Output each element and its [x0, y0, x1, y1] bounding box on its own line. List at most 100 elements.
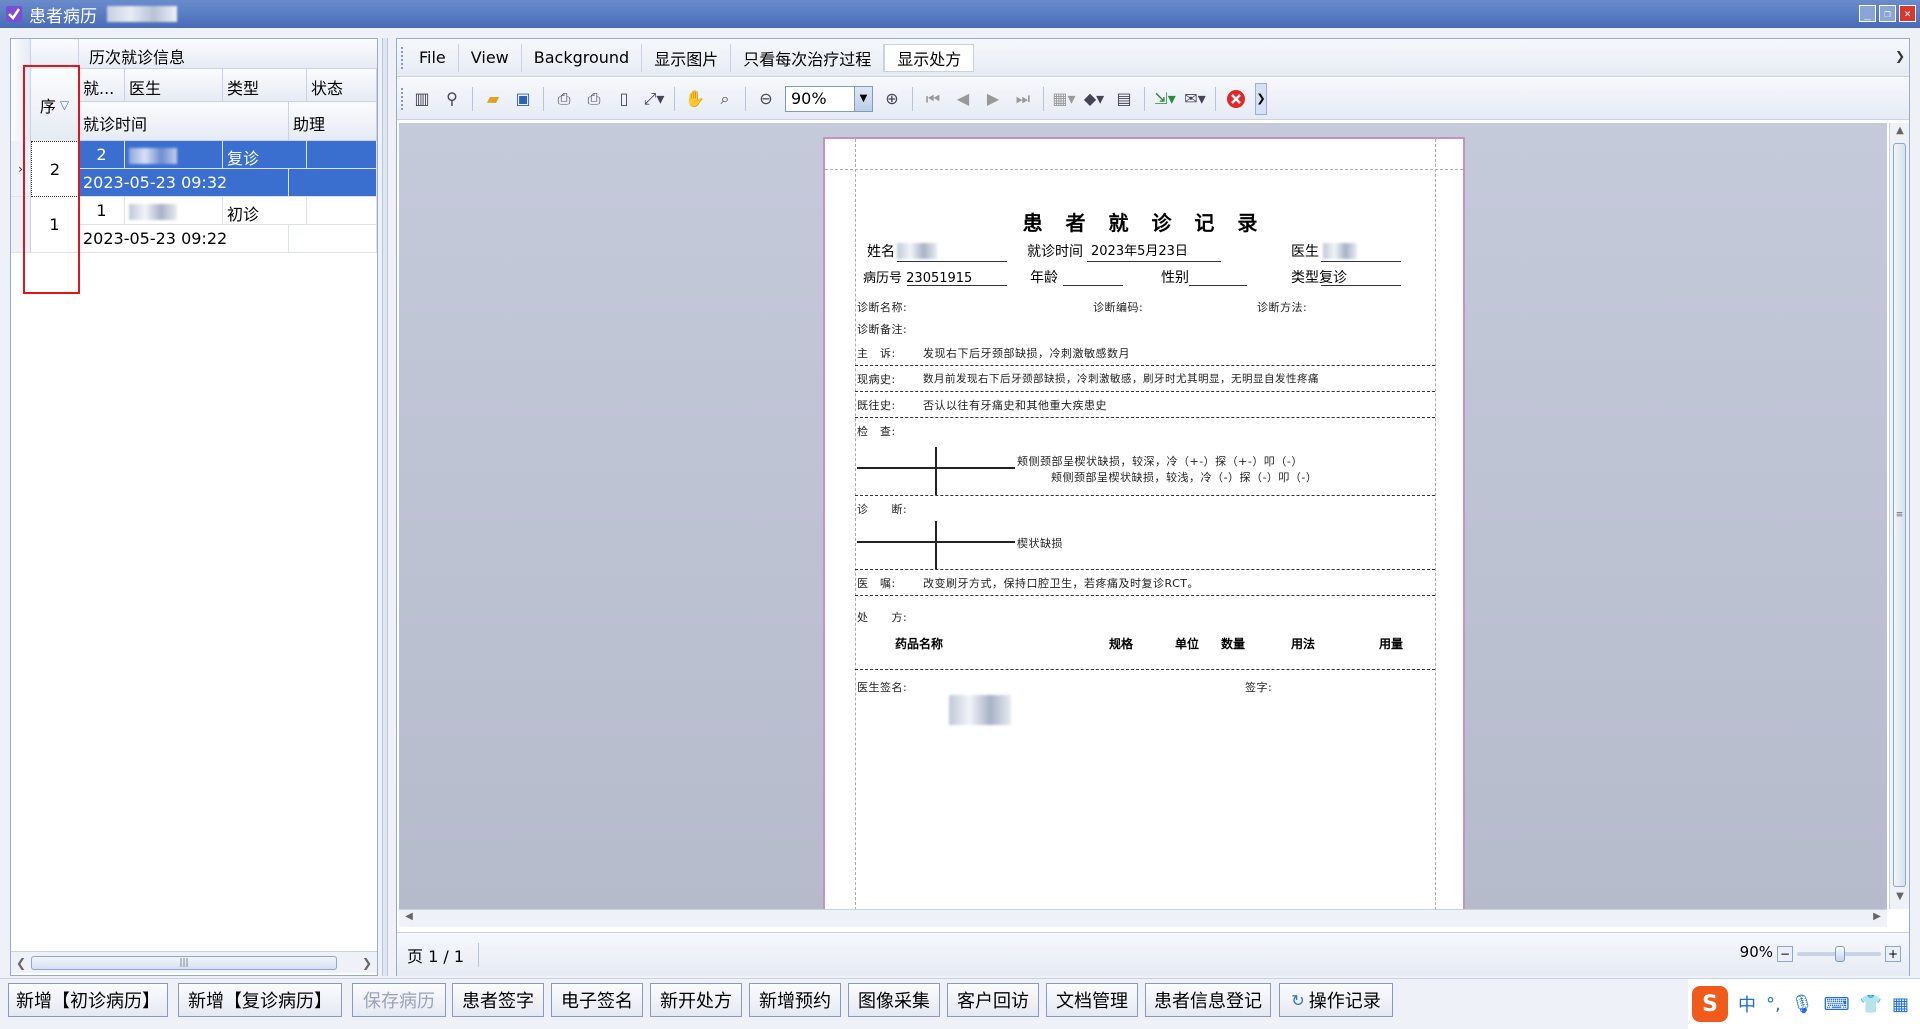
zoom-slider-handle[interactable]	[1835, 946, 1845, 962]
column-header-status[interactable]: 状态	[307, 69, 377, 102]
menu-overflow-icon[interactable]: ❯	[1895, 49, 1905, 63]
keyboard-icon[interactable]: ⌨	[1824, 994, 1850, 1015]
rx-col-drug: 药品名称	[895, 637, 944, 651]
column-header-visit-time[interactable]: 就诊时间	[79, 102, 289, 141]
rx-col-usage: 用法	[1291, 637, 1316, 651]
ime-mode[interactable]: 中	[1738, 991, 1756, 1017]
chevron-down-icon[interactable]: ▼	[854, 86, 872, 111]
last-page-icon[interactable]: ⏭	[1008, 84, 1038, 114]
blurred-doctor	[1323, 243, 1357, 259]
preview-canvas[interactable]: 患 者 就 诊 记 录 姓名 就诊时间 2023年5月23日 医生 病历号 23…	[399, 123, 1887, 909]
scroll-left-icon[interactable]: ◀	[401, 911, 417, 927]
menu-file[interactable]: File	[407, 43, 459, 72]
history-text: 数月前发现右下后牙颈部缺损，冷刺激敏感，刷牙时尤其明显，无明显自发性疼痛	[923, 373, 1319, 385]
scroll-right-icon[interactable]: ▶	[1869, 911, 1885, 927]
column-header-visit[interactable]: 就...	[79, 69, 125, 102]
row-doctor	[125, 141, 223, 169]
menu-background[interactable]: Background	[522, 43, 643, 72]
blurred-patient-name	[107, 6, 177, 22]
save-icon[interactable]: ▣	[508, 84, 538, 114]
scroll-right-icon[interactable]: ❯	[359, 954, 375, 971]
operation-log-button[interactable]: ↻ 操作记录	[1279, 983, 1393, 1017]
save-record-button[interactable]: 保存病历	[352, 983, 446, 1017]
new-first-visit-button[interactable]: 新增【初诊病历】	[8, 983, 168, 1017]
new-prescription-button[interactable]: 新开处方	[650, 983, 742, 1017]
report-preview-panel: File View Background 显示图片 只看每次治疗过程 显示处方 …	[396, 38, 1910, 976]
scroll-thumb[interactable]: ≡	[1893, 143, 1906, 887]
group-header: 历次就诊信息	[79, 39, 377, 69]
zoom-out-icon[interactable]: ⊖	[751, 84, 781, 114]
preview-horizontal-scrollbar[interactable]: ◀ ▶	[399, 909, 1887, 927]
scale-icon[interactable]: ⤢▾	[639, 84, 669, 114]
previous-page-icon[interactable]: ◀	[948, 84, 978, 114]
panel-splitter[interactable]	[382, 38, 388, 976]
doctor-label: 医生	[1291, 244, 1319, 260]
punctuation-icon[interactable]: °,	[1766, 994, 1781, 1015]
hand-tool-icon[interactable]: ✋	[680, 84, 710, 114]
highlight-box	[23, 65, 80, 294]
watermark-icon[interactable]: ▤	[1109, 84, 1139, 114]
next-page-icon[interactable]: ▶	[978, 84, 1008, 114]
zoom-in-icon[interactable]: ⊕	[877, 84, 907, 114]
patient-info-register-button[interactable]: 患者信息登记	[1145, 983, 1271, 1017]
menu-bar: File View Background 显示图片 只看每次治疗过程 显示处方 …	[397, 39, 1909, 77]
zoom-slider[interactable]: − +	[1777, 946, 1901, 962]
scroll-up-icon[interactable]: ▲	[1892, 125, 1908, 141]
column-header-type[interactable]: 类型	[223, 69, 307, 102]
ime-toolbar[interactable]: S 中 °, 🎙 ⌨ 👕 ▦	[1688, 979, 1920, 1029]
background-color-icon[interactable]: ◆▾	[1079, 84, 1109, 114]
left-horizontal-scrollbar[interactable]: ❮ ||| ❯	[11, 951, 377, 973]
restore-button[interactable]: ❐	[1879, 5, 1896, 22]
age-label: 年龄	[1030, 270, 1058, 286]
e-signature-button[interactable]: 电子签名	[551, 983, 643, 1017]
scroll-left-icon[interactable]: ❮	[13, 954, 29, 971]
document-map-icon[interactable]: ▥	[407, 84, 437, 114]
scroll-down-icon[interactable]: ▼	[1892, 891, 1908, 907]
page-setup-icon[interactable]: ▯	[609, 84, 639, 114]
row-status	[307, 141, 377, 169]
find-icon[interactable]: ⚲	[437, 84, 467, 114]
column-header-assistant[interactable]: 助理	[289, 102, 377, 141]
row-status	[307, 197, 377, 225]
zoom-minus-icon[interactable]: −	[1777, 946, 1793, 962]
customer-follow-up-button[interactable]: 客户回访	[947, 983, 1039, 1017]
open-icon[interactable]: ▰	[478, 84, 508, 114]
column-header-doctor[interactable]: 医生	[125, 69, 223, 102]
skin-icon[interactable]: 👕	[1860, 994, 1882, 1015]
image-capture-button[interactable]: 图像采集	[848, 983, 940, 1017]
history-icon: ↻	[1291, 990, 1305, 1010]
sign-label: 签字:	[1245, 681, 1273, 694]
menu-view[interactable]: View	[459, 43, 522, 72]
preview-vertical-scrollbar[interactable]: ▲ ≡ ▼	[1889, 123, 1909, 909]
new-appointment-button[interactable]: 新增预约	[749, 983, 841, 1017]
record-no-value: 23051915	[906, 271, 973, 286]
toolbar-overflow-icon[interactable]: ❯	[1255, 82, 1267, 115]
send-email-icon[interactable]: ✉▾	[1180, 84, 1210, 114]
close-button[interactable]: ✕	[1899, 5, 1916, 22]
document-management-button[interactable]: 文档管理	[1046, 983, 1138, 1017]
microphone-icon[interactable]: 🎙	[1791, 994, 1814, 1015]
menu-show-prescription[interactable]: 显示处方	[884, 43, 975, 72]
toolbox-icon[interactable]: ▦	[1892, 994, 1909, 1015]
zoom-select[interactable]: 90% ▼	[785, 85, 873, 112]
zoom-percent: 90%	[1739, 943, 1773, 961]
close-preview-icon[interactable]	[1221, 84, 1251, 114]
zoom-plus-icon[interactable]: +	[1885, 946, 1901, 962]
advice-text: 改变刷牙方式，保持口腔卫生，若疼痛及时复诊RCT。	[923, 577, 1199, 590]
diag-code-label: 诊断编码:	[1093, 301, 1144, 314]
menu-only-treatment[interactable]: 只看每次治疗过程	[731, 43, 885, 72]
menu-show-images[interactable]: 显示图片	[642, 43, 732, 72]
rx-col-spec: 规格	[1109, 637, 1134, 651]
quick-print-icon[interactable]: ⎙	[579, 84, 609, 114]
print-icon[interactable]: ⎙	[549, 84, 579, 114]
first-page-icon[interactable]: ⏮	[918, 84, 948, 114]
row-assistant	[289, 169, 377, 197]
magnifier-icon[interactable]: ⌕	[710, 84, 740, 114]
export-icon[interactable]: ⇲▾	[1150, 84, 1180, 114]
new-return-visit-button[interactable]: 新增【复诊病历】	[178, 983, 342, 1017]
multiple-pages-icon[interactable]: ▦▾	[1049, 84, 1079, 114]
scroll-thumb[interactable]: |||	[31, 956, 337, 970]
rx-col-dose: 用量	[1379, 637, 1404, 651]
minimize-button[interactable]: _	[1859, 5, 1876, 22]
patient-sign-button[interactable]: 患者签字	[452, 983, 544, 1017]
